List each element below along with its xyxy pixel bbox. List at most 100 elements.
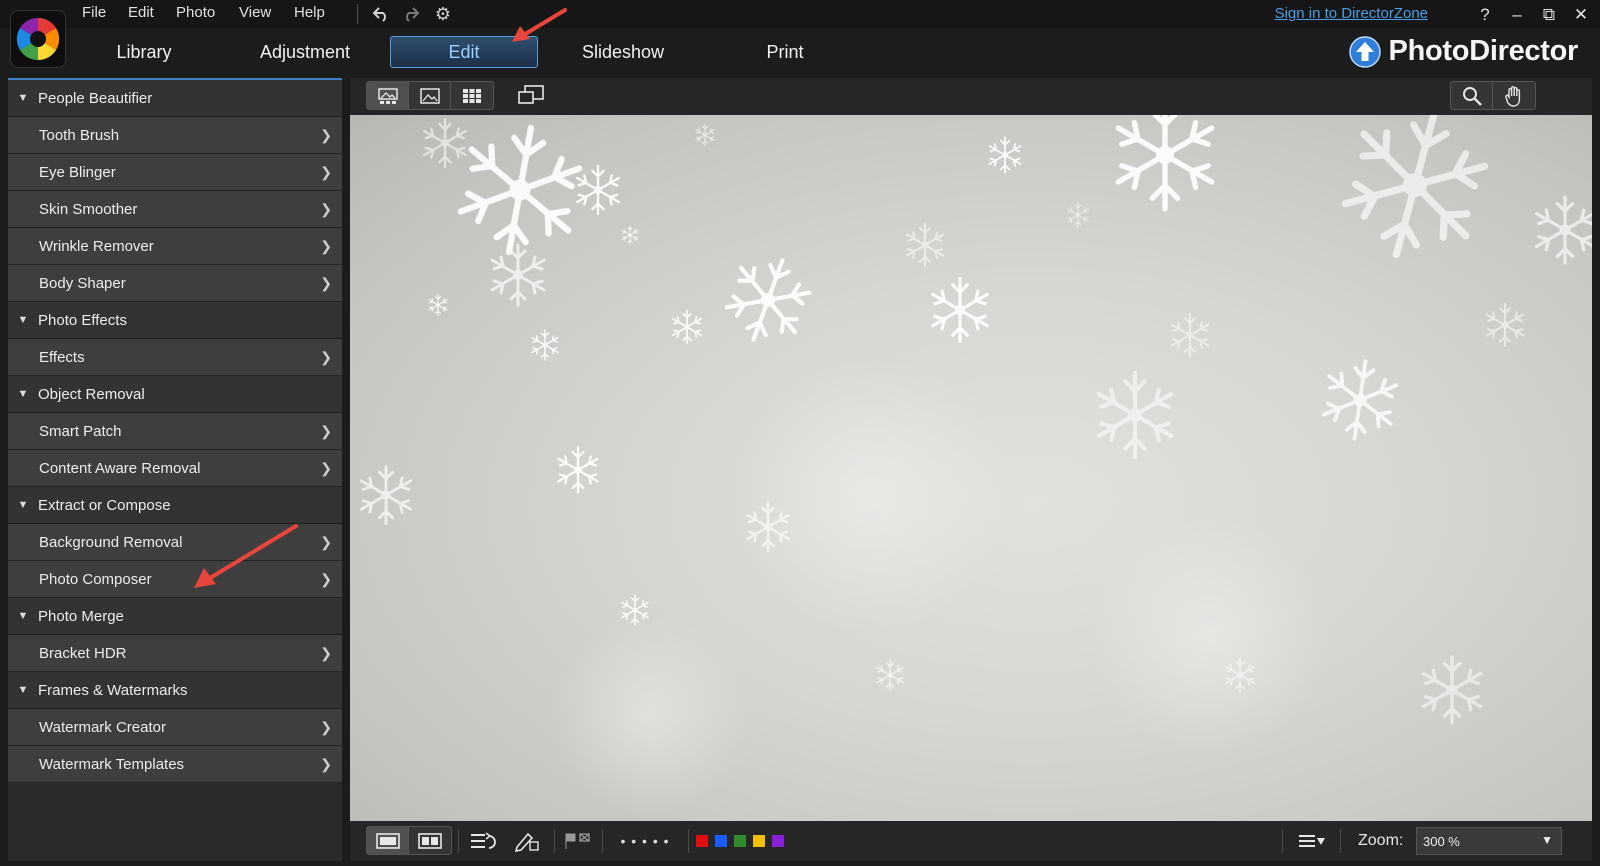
tool-watermark-templates[interactable]: Watermark Templates ❯ xyxy=(8,746,342,783)
menu-photo[interactable]: Photo xyxy=(176,4,215,21)
separator xyxy=(458,829,459,853)
color-label-green[interactable] xyxy=(734,835,746,847)
upload-arrow-icon xyxy=(1348,35,1381,68)
minimize-button[interactable]: – xyxy=(1506,4,1528,26)
close-button[interactable]: ✕ xyxy=(1570,4,1592,26)
section-photo-effects[interactable]: ▼ Photo Effects xyxy=(8,302,342,339)
tool-background-removal[interactable]: Background Removal ❯ xyxy=(8,524,342,561)
tab-slideshow[interactable]: Slideshow xyxy=(575,36,671,68)
collapse-triangle-icon[interactable]: ▼ xyxy=(8,92,38,104)
section-title: Frames & Watermarks xyxy=(38,681,188,699)
tool-label: Smart Patch xyxy=(39,422,122,440)
tool-eye-blinger[interactable]: Eye Blinger ❯ xyxy=(8,154,342,191)
tool-wrinkle-remover[interactable]: Wrinkle Remover ❯ xyxy=(8,228,342,265)
menu-edit[interactable]: Edit xyxy=(128,4,154,21)
photo-viewer: • • • • • Zoom: 300 % ▼ xyxy=(350,78,1592,861)
viewer-bottom-bar: • • • • • Zoom: 300 % ▼ xyxy=(350,821,1592,861)
chevron-right-icon: ❯ xyxy=(320,756,332,772)
chevron-right-icon: ❯ xyxy=(320,719,332,735)
chevron-right-icon: ❯ xyxy=(320,571,332,587)
zoom-dropdown[interactable]: 300 % ▼ xyxy=(1416,827,1562,855)
chevron-right-icon: ❯ xyxy=(320,645,332,661)
zoom-tool-button[interactable] xyxy=(1451,82,1493,109)
tab-print[interactable]: Print xyxy=(750,36,820,68)
tool-label: Watermark Creator xyxy=(39,718,166,736)
collapse-triangle-icon[interactable]: ▼ xyxy=(8,684,38,696)
edit-pen-icon[interactable] xyxy=(512,828,542,854)
undo-icon[interactable] xyxy=(370,3,392,25)
tab-adjustment[interactable]: Adjustment xyxy=(250,36,360,68)
compare-view-icon[interactable] xyxy=(516,84,546,106)
menu-help[interactable]: Help xyxy=(294,4,325,21)
menu-file[interactable]: File xyxy=(82,4,106,21)
redo-icon[interactable] xyxy=(400,3,422,25)
single-layout-icon xyxy=(375,832,400,849)
color-label-red[interactable] xyxy=(696,835,708,847)
tool-label: Body Shaper xyxy=(39,274,126,292)
viewer-tools-group xyxy=(1450,81,1536,110)
section-object-removal[interactable]: ▼ Object Removal xyxy=(8,376,342,413)
layout-group xyxy=(366,826,452,855)
tool-content-aware-removal[interactable]: Content Aware Removal ❯ xyxy=(8,450,342,487)
chevron-right-icon: ❯ xyxy=(320,349,332,365)
sort-options-icon[interactable] xyxy=(1296,828,1328,854)
menu-separator xyxy=(357,4,358,24)
single-layout-button[interactable] xyxy=(367,827,409,854)
menu-view[interactable]: View xyxy=(239,4,271,21)
gear-icon[interactable]: ⚙ xyxy=(432,3,454,25)
photo-canvas[interactable] xyxy=(350,115,1592,821)
separator xyxy=(602,829,603,853)
tool-label: Effects xyxy=(39,348,85,366)
photodirector-window: File Edit Photo View Help ⚙ Sign in to D… xyxy=(0,0,1600,866)
tool-label: Content Aware Removal xyxy=(39,459,201,477)
color-label-yellow[interactable] xyxy=(753,835,765,847)
collapse-triangle-icon[interactable]: ▼ xyxy=(8,388,38,400)
side-by-side-button[interactable] xyxy=(409,827,451,854)
tool-smart-patch[interactable]: Smart Patch ❯ xyxy=(8,413,342,450)
tab-library[interactable]: Library xyxy=(100,36,188,68)
chevron-right-icon: ❯ xyxy=(320,201,332,217)
section-photo-merge[interactable]: ▼ Photo Merge xyxy=(8,598,342,635)
section-frames-watermarks[interactable]: ▼ Frames & Watermarks xyxy=(8,672,342,709)
tool-bracket-hdr[interactable]: Bracket HDR ❯ xyxy=(8,635,342,672)
star-rating[interactable]: • • • • • xyxy=(610,828,680,854)
tool-effects[interactable]: Effects ❯ xyxy=(8,339,342,376)
collapse-triangle-icon[interactable]: ▼ xyxy=(8,499,38,511)
flag-icon[interactable] xyxy=(562,828,594,854)
color-label-blue[interactable] xyxy=(715,835,727,847)
rotate-icon[interactable] xyxy=(468,828,500,854)
tool-label: Photo Composer xyxy=(39,570,152,588)
edit-tools-panel: ▼ People Beautifier Tooth Brush ❯ Eye Blin… xyxy=(8,78,342,861)
tool-label: Skin Smoother xyxy=(39,200,138,218)
section-people-beautifier[interactable]: ▼ People Beautifier xyxy=(8,80,342,117)
chevron-right-icon: ❯ xyxy=(320,164,332,180)
section-title: Extract or Compose xyxy=(38,496,171,514)
section-extract-or-compose[interactable]: ▼ Extract or Compose xyxy=(8,487,342,524)
tool-skin-smoother[interactable]: Skin Smoother ❯ xyxy=(8,191,342,228)
photodirector-logo-icon xyxy=(16,17,60,61)
restore-button[interactable]: ⧉ xyxy=(1538,4,1560,26)
tool-label: Watermark Templates xyxy=(39,755,185,773)
chevron-right-icon: ❯ xyxy=(320,423,332,439)
collapse-triangle-icon[interactable]: ▼ xyxy=(8,610,38,622)
tool-photo-composer[interactable]: Photo Composer ❯ xyxy=(8,561,342,598)
view-mode-group xyxy=(366,81,494,110)
tool-tooth-brush[interactable]: Tooth Brush ❯ xyxy=(8,117,342,154)
tab-edit[interactable]: Edit xyxy=(390,36,538,68)
collapse-triangle-icon[interactable]: ▼ xyxy=(8,314,38,326)
pan-tool-button[interactable] xyxy=(1493,82,1535,109)
color-label-purple[interactable] xyxy=(772,835,784,847)
help-icon[interactable]: ? xyxy=(1474,4,1496,26)
app-logo xyxy=(10,10,66,68)
sign-in-link[interactable]: Sign in to DirectorZone xyxy=(1275,5,1428,22)
chevron-right-icon: ❯ xyxy=(320,238,332,254)
chevron-right-icon: ❯ xyxy=(320,534,332,550)
view-filmstrip-button[interactable] xyxy=(367,82,409,109)
single-photo-icon xyxy=(419,87,440,104)
view-grid-button[interactable] xyxy=(451,82,493,109)
tool-body-shaper[interactable]: Body Shaper ❯ xyxy=(8,265,342,302)
chevron-down-icon: ▼ xyxy=(1541,833,1553,847)
view-single-button[interactable] xyxy=(409,82,451,109)
tool-watermark-creator[interactable]: Watermark Creator ❯ xyxy=(8,709,342,746)
chevron-right-icon: ❯ xyxy=(320,460,332,476)
